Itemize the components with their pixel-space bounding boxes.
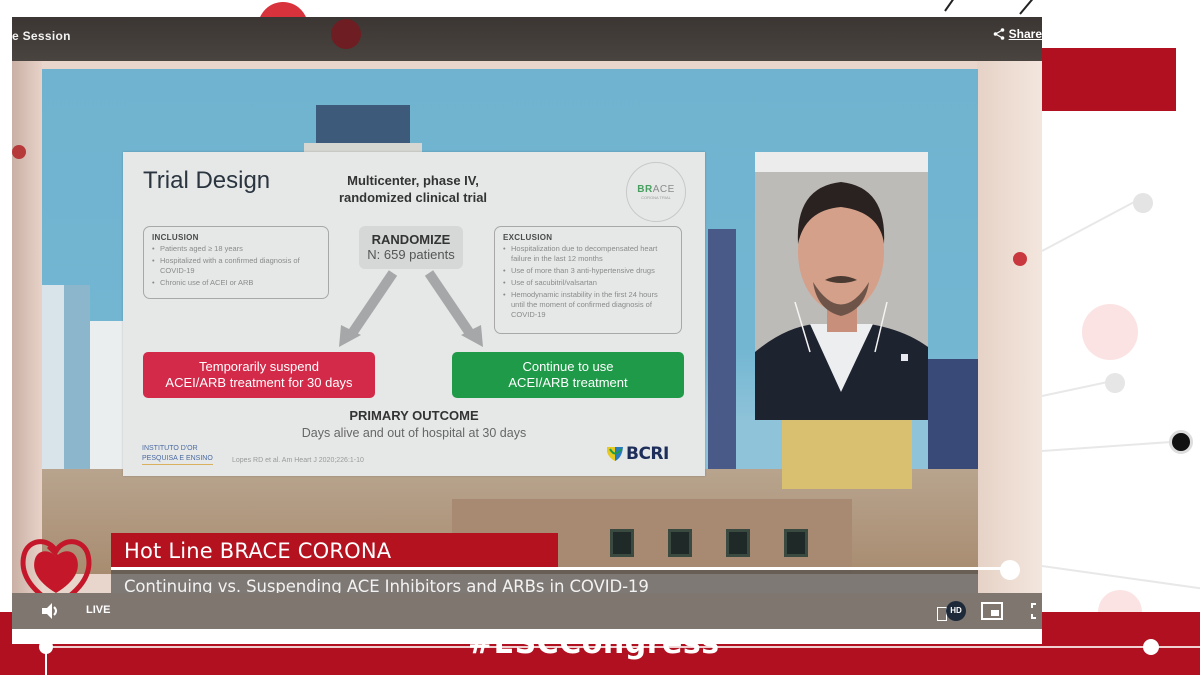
picture-in-picture-icon[interactable] xyxy=(981,602,1003,620)
background-window xyxy=(784,529,808,557)
volume-icon[interactable] xyxy=(40,602,60,620)
decorative-ball xyxy=(1013,252,1027,266)
speaker-webcam xyxy=(755,152,928,420)
hd-badge: HD xyxy=(946,601,966,621)
stage: #ESCCongress e Session Share xyxy=(0,0,1200,675)
quality-button[interactable]: HD xyxy=(937,601,969,623)
inclusion-heading: INCLUSION xyxy=(152,233,199,242)
background-building xyxy=(928,359,978,469)
exclusion-item: Use of more than 3 anti-hypertensive dru… xyxy=(503,266,673,276)
exclusion-item: Hospitalization due to decompensated hea… xyxy=(503,244,673,264)
share-label: Share xyxy=(1008,27,1042,41)
decorative-line xyxy=(944,0,959,12)
randomize-arrows xyxy=(339,270,483,347)
decorative-line xyxy=(1041,198,1140,252)
session-title: e Session xyxy=(12,29,71,43)
speaker-video xyxy=(755,172,928,420)
primary-outcome-text: Days alive and out of hospital at 30 day… xyxy=(301,426,527,440)
citation: Lopes RD et al. Am Heart J 2020;226:1-10 xyxy=(232,457,364,464)
decorative-red-block xyxy=(1042,48,1176,111)
slide-subtitle-line: randomized clinical trial xyxy=(338,190,488,205)
patient-count: N: 659 patients xyxy=(367,247,455,262)
logo-subtext: CORONA TRIAL xyxy=(641,195,671,200)
inclusion-box: INCLUSION Patients aged ≥ 18 years Hospi… xyxy=(143,226,329,299)
decorative-line xyxy=(1041,380,1111,397)
slide-subtitle-line: Multicenter, phase IV, xyxy=(347,173,479,188)
background-building xyxy=(316,105,410,143)
studio-wall xyxy=(12,61,42,601)
decorative-ball xyxy=(1082,304,1138,360)
inclusion-item: Hospitalized with a confirmed diagnosis … xyxy=(152,256,320,276)
decorative-ball xyxy=(12,145,26,159)
logo-text-bold: BR xyxy=(637,184,653,195)
decorative-line xyxy=(1041,440,1177,452)
lower-third-title: Hot Line BRACE CORONA xyxy=(124,539,392,563)
arrow-down-right-icon xyxy=(424,270,483,347)
live-indicator: LIVE xyxy=(86,604,111,616)
institute-logo-line: INSTITUTO D'OR xyxy=(142,445,198,452)
bcri-shield-icon xyxy=(607,447,623,461)
bcri-logo-text: BCRI xyxy=(626,444,669,464)
share-button[interactable]: Share xyxy=(993,27,1042,41)
footer-dot xyxy=(1143,639,1159,655)
player-controls: LIVE HD xyxy=(12,593,1042,629)
inclusion-item: Chronic use of ACEI or ARB xyxy=(152,278,320,288)
exclusion-item: Hemodynamic instability in the first 24 … xyxy=(503,290,673,320)
decorative-ball xyxy=(1133,193,1153,213)
video-progress-handle[interactable] xyxy=(1000,560,1020,580)
institute-logo-line: PESQUISA E ENSINO xyxy=(142,454,213,465)
background-window xyxy=(610,529,634,557)
inclusion-item: Patients aged ≥ 18 years xyxy=(152,244,320,254)
studio-wall xyxy=(977,61,1042,601)
background-window xyxy=(726,529,750,557)
bcri-logo: BCRI xyxy=(606,444,669,464)
slide-title: Trial Design xyxy=(143,167,271,194)
exclusion-heading: EXCLUSION xyxy=(503,233,553,242)
brace-trial-logo: BRACE CORONA TRIAL xyxy=(626,162,686,222)
player-top-bar: e Session Share xyxy=(12,17,1042,61)
decorative-ball xyxy=(331,19,361,49)
randomize-heading: RANDOMIZE xyxy=(371,232,451,247)
slide-subtitle: Multicenter, phase IV, randomized clinic… xyxy=(323,172,503,206)
logo-text: ACE xyxy=(652,184,675,195)
background-window xyxy=(668,529,692,557)
decorative-ball xyxy=(1105,373,1125,393)
suspend-arm-line: ACEI/ARB treatment for 30 days xyxy=(165,375,353,390)
exclusion-item: Use of sacubitril/valsartan xyxy=(503,278,673,288)
presentation-slide: Trial Design Multicenter, phase IV, rand… xyxy=(123,152,705,476)
continue-arm-box: Continue to use ACEI/ARB treatment xyxy=(452,352,684,398)
player-bottom-edge xyxy=(12,629,1042,644)
randomize-box: RANDOMIZE N: 659 patients xyxy=(359,226,463,269)
decorative-ball xyxy=(1169,430,1193,454)
primary-outcome-heading: PRIMARY OUTCOME xyxy=(349,408,479,423)
continue-arm-line: ACEI/ARB treatment xyxy=(508,375,628,390)
continue-arm-line: Continue to use xyxy=(522,359,614,374)
decorative-line xyxy=(1041,565,1200,590)
share-icon xyxy=(993,28,1004,40)
institute-logo: INSTITUTO D'OR PESQUISA E ENSINO xyxy=(142,444,213,465)
arrow-down-left-icon xyxy=(339,270,398,347)
decorative-line xyxy=(1019,0,1035,15)
background-building xyxy=(782,419,912,489)
background-building xyxy=(708,229,736,479)
suspend-arm-box: Temporarily suspend ACEI/ARB treatment f… xyxy=(143,352,375,398)
exclusion-box: EXCLUSION Hospitalization due to decompe… xyxy=(494,226,682,334)
fullscreen-icon[interactable] xyxy=(1031,603,1043,619)
suspend-arm-line: Temporarily suspend xyxy=(199,359,319,374)
